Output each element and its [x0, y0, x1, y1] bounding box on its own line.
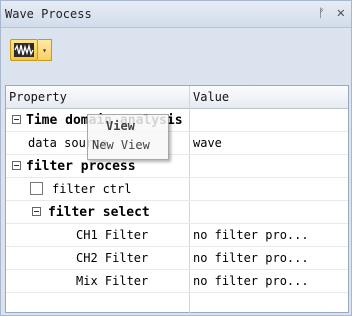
property-name: Mix Filter — [76, 274, 149, 288]
new-view-menu-item[interactable]: New View — [92, 138, 150, 152]
subcategory-row-filter-select[interactable]: filter select — [6, 201, 348, 223]
table-row[interactable]: filter ctrl — [6, 178, 348, 200]
property-name: CH2 Filter — [76, 251, 149, 265]
property-grid-header: Property Value — [6, 86, 348, 109]
row-divider — [6, 292, 348, 293]
wave-view-button[interactable] — [10, 39, 38, 61]
view-popup-menu: View New View — [87, 114, 169, 160]
close-icon[interactable]: ✕ — [337, 5, 345, 21]
filter-ctrl-checkbox[interactable] — [30, 182, 43, 195]
pin-icon[interactable]: ᚠ — [318, 6, 325, 20]
table-row[interactable]: Mix Filter no filter pro... — [6, 270, 348, 292]
value-column-header[interactable]: Value — [193, 90, 229, 104]
category-row-filter-process[interactable]: filter process — [6, 155, 348, 177]
property-value[interactable]: no filter pro... — [193, 274, 309, 288]
property-grid: Property Value Time domain analysis data… — [5, 85, 349, 314]
popup-title: View — [106, 119, 135, 133]
table-row[interactable]: CH2 Filter no filter pro... — [6, 247, 348, 269]
collapse-icon[interactable] — [32, 207, 41, 216]
subcategory-label: filter select — [48, 205, 150, 220]
collapse-icon[interactable] — [12, 115, 21, 124]
category-row-time-domain[interactable]: Time domain analysis — [6, 109, 348, 131]
toolbar — [1, 28, 351, 61]
table-row[interactable]: CH1 Filter no filter pro... — [6, 224, 348, 246]
waveform-icon — [14, 43, 34, 57]
collapse-icon[interactable] — [12, 161, 21, 170]
wave-view-dropdown[interactable]: ▾ — [38, 39, 52, 61]
property-value[interactable]: wave — [193, 136, 222, 150]
property-name: CH1 Filter — [76, 228, 149, 242]
property-value[interactable]: no filter pro... — [193, 251, 309, 265]
category-label: filter process — [26, 159, 136, 174]
panel-title: Wave Process — [5, 7, 92, 21]
panel-titlebar: Wave Process ᚠ ✕ — [1, 1, 351, 28]
table-row[interactable]: data source wave — [6, 132, 348, 154]
property-name: filter ctrl — [52, 182, 132, 196]
property-value[interactable]: no filter pro... — [193, 228, 309, 242]
property-column-header[interactable]: Property — [9, 90, 67, 104]
wave-process-panel: Wave Process ᚠ ✕ ▾ Property Value Time d… — [0, 0, 352, 316]
